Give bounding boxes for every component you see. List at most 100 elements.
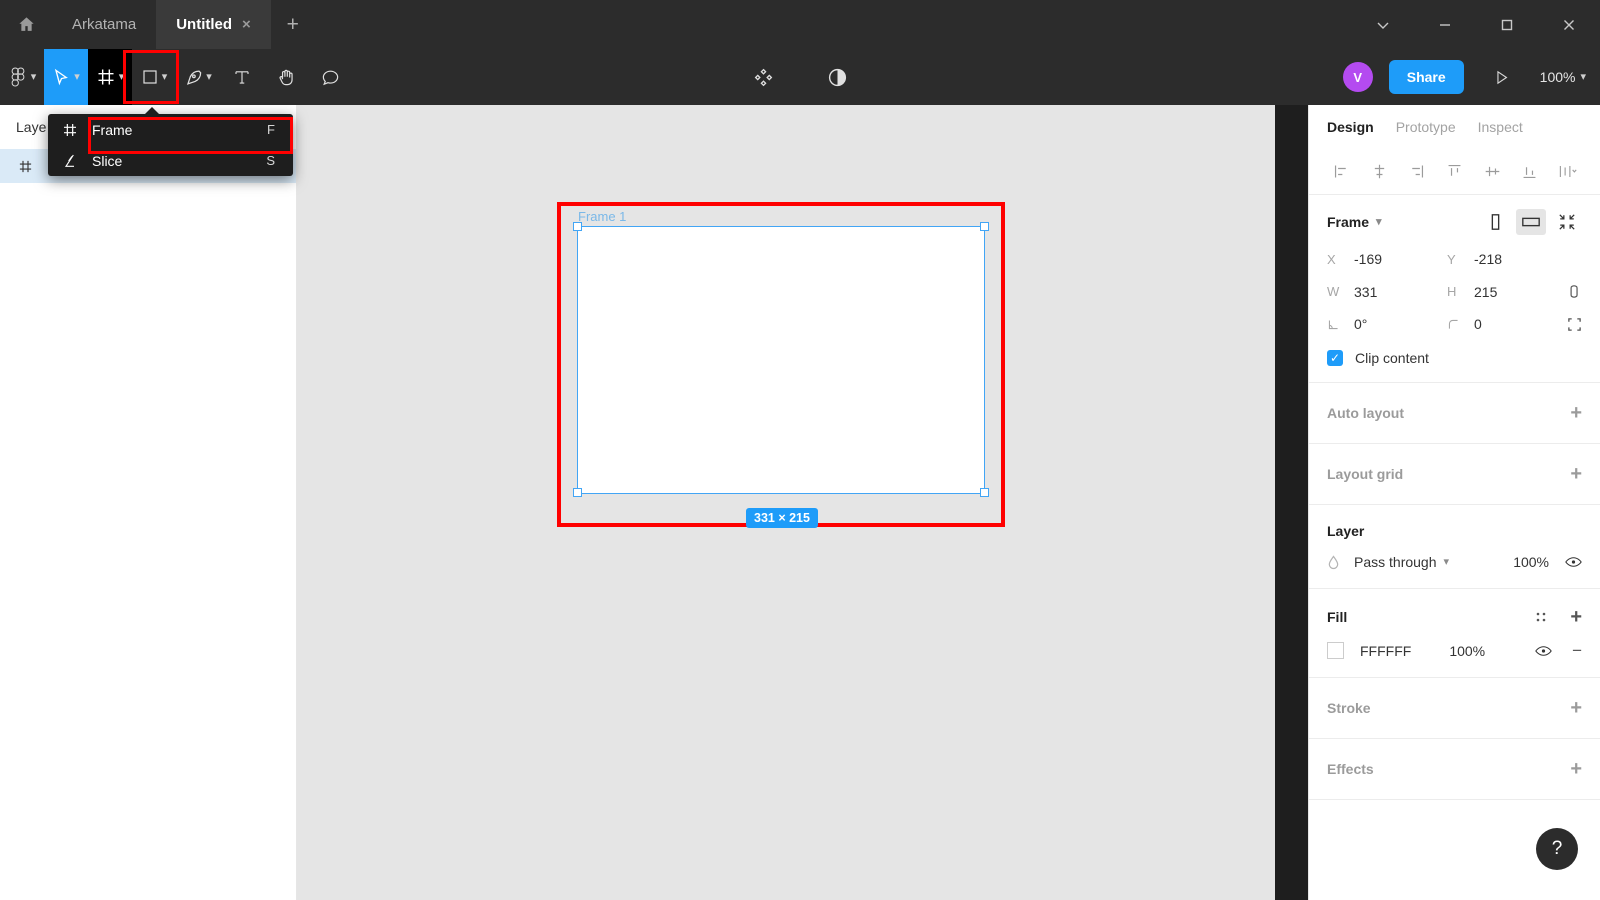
minimize-icon[interactable]: [1414, 0, 1476, 49]
canvas[interactable]: Frame 1 331 × 215: [297, 105, 1275, 900]
h-value: 215: [1474, 283, 1498, 300]
move-tool-button[interactable]: ▾: [44, 49, 88, 105]
fill-color-hex[interactable]: FFFFFF: [1360, 643, 1411, 659]
landscape-icon[interactable]: [1516, 209, 1546, 235]
distribute-more-icon[interactable]: [1548, 157, 1586, 187]
height-field[interactable]: H 215: [1447, 284, 1567, 300]
present-button[interactable]: [1480, 49, 1524, 105]
add-stroke-button[interactable]: +: [1570, 698, 1582, 718]
frame-section-title: Frame: [1327, 214, 1370, 230]
chevron-down-icon[interactable]: ▾: [119, 71, 125, 83]
tab-label: Untitled: [176, 16, 233, 33]
add-layout-grid-button[interactable]: +: [1570, 464, 1582, 484]
fill-color-swatch[interactable]: [1327, 642, 1344, 659]
figma-menu-button[interactable]: ▾: [0, 49, 44, 105]
styles-icon[interactable]: [1534, 610, 1548, 624]
blend-mode-row: Pass through ▾ 100%: [1327, 554, 1582, 570]
layer-section: Layer Pass through ▾ 100%: [1309, 505, 1600, 589]
chevron-down-icon[interactable]: ▾: [206, 71, 212, 83]
size-row: W 331 H 215: [1327, 283, 1582, 300]
frame-properties-section: Frame ▾ X -169 Y -218 W 331 H 215 0° 0 ✓…: [1309, 195, 1600, 383]
clip-content-label: Clip content: [1355, 350, 1429, 366]
blend-mode-value[interactable]: Pass through: [1354, 554, 1437, 570]
w-label: W: [1327, 284, 1340, 299]
tab-untitled[interactable]: Untitled ×: [156, 0, 271, 49]
menu-item-shortcut: S: [266, 153, 275, 168]
resize-handle-bottom-right[interactable]: [980, 488, 989, 497]
dimension-badge: 331 × 215: [746, 508, 818, 528]
resize-handle-bottom-left[interactable]: [573, 488, 582, 497]
menu-item-frame[interactable]: Frame F: [48, 114, 293, 145]
left-panel: Laye: [0, 105, 297, 900]
toolbar-right-group: V Share 100% ▾: [1342, 49, 1586, 105]
tab-layers[interactable]: Laye: [16, 119, 46, 135]
resize-handle-top-right[interactable]: [980, 222, 989, 231]
frame-1-object[interactable]: [577, 226, 985, 494]
rotation-field[interactable]: 0°: [1327, 316, 1447, 332]
hand-tool-button[interactable]: [264, 49, 308, 105]
eye-icon[interactable]: [1535, 644, 1552, 658]
layout-grid-label: Layout grid: [1327, 466, 1404, 482]
home-button[interactable]: [0, 0, 52, 49]
pen-tool-button[interactable]: ▾: [176, 49, 220, 105]
zoom-control[interactable]: 100% ▾: [1540, 69, 1586, 85]
zoom-level-label: 100%: [1539, 69, 1576, 85]
add-effect-button[interactable]: +: [1570, 759, 1582, 779]
text-tool-button[interactable]: [220, 49, 264, 105]
new-tab-button[interactable]: +: [270, 0, 315, 49]
contrast-button[interactable]: [815, 49, 859, 105]
share-button[interactable]: Share: [1388, 60, 1464, 94]
close-tab-icon[interactable]: ×: [242, 16, 251, 33]
add-fill-button[interactable]: +: [1570, 607, 1582, 627]
independent-corners-icon[interactable]: [1567, 317, 1582, 332]
y-field[interactable]: Y -218: [1447, 251, 1567, 267]
fill-opacity-value[interactable]: 100%: [1449, 643, 1485, 659]
align-vertical-center-icon[interactable]: [1473, 157, 1511, 187]
align-horizontal-center-icon[interactable]: [1361, 157, 1399, 187]
fill-header-actions: +: [1534, 607, 1582, 627]
corner-radius-field[interactable]: 0: [1447, 316, 1567, 332]
help-button[interactable]: ?: [1536, 828, 1578, 870]
lock-aspect-ratio-icon[interactable]: [1567, 283, 1582, 300]
clip-content-checkbox[interactable]: ✓: [1327, 350, 1343, 366]
align-top-icon[interactable]: [1436, 157, 1474, 187]
x-field[interactable]: X -169: [1327, 251, 1447, 267]
resize-handle-top-left[interactable]: [573, 222, 582, 231]
h-label: H: [1447, 284, 1457, 299]
portrait-icon[interactable]: [1480, 209, 1510, 235]
align-bottom-icon[interactable]: [1511, 157, 1549, 187]
fill-section: Fill + FFFFFF 100% −: [1309, 589, 1600, 678]
width-field[interactable]: W 331: [1327, 284, 1447, 300]
avatar[interactable]: V: [1342, 62, 1373, 92]
align-left-icon[interactable]: [1323, 157, 1361, 187]
layer-opacity-value[interactable]: 100%: [1513, 554, 1549, 570]
menu-item-shortcut: F: [267, 122, 275, 137]
close-icon[interactable]: [1538, 0, 1600, 49]
chevron-down-icon[interactable]: ▾: [162, 71, 168, 83]
resize-to-fit-icon[interactable]: [1552, 209, 1582, 235]
tab-arkatama[interactable]: Arkatama: [52, 0, 157, 49]
tab-prototype[interactable]: Prototype: [1396, 119, 1456, 135]
frame-type-selector[interactable]: Frame ▾: [1327, 214, 1382, 230]
tab-inspect[interactable]: Inspect: [1478, 119, 1523, 135]
maximize-icon[interactable]: [1476, 0, 1538, 49]
chevron-down-icon[interactable]: [1352, 0, 1414, 49]
tab-design[interactable]: Design: [1327, 119, 1374, 135]
remove-fill-button[interactable]: −: [1572, 642, 1582, 659]
fill-section-title: Fill: [1327, 609, 1348, 625]
eye-icon[interactable]: [1565, 555, 1582, 569]
add-auto-layout-button[interactable]: +: [1570, 403, 1582, 423]
effects-section: Effects +: [1309, 739, 1600, 800]
orientation-group: [1480, 209, 1582, 235]
frame-tool-button[interactable]: ▾: [88, 49, 132, 105]
frame-name-label[interactable]: Frame 1: [578, 209, 626, 224]
shape-tool-button[interactable]: ▾: [132, 49, 176, 105]
chevron-down-icon[interactable]: ▾: [1444, 556, 1450, 568]
x-label: X: [1327, 251, 1336, 267]
align-right-icon[interactable]: [1398, 157, 1436, 187]
components-button[interactable]: [741, 49, 785, 105]
menu-item-slice[interactable]: Slice S: [48, 145, 293, 176]
clip-content-row[interactable]: ✓ Clip content: [1327, 350, 1582, 366]
comment-tool-button[interactable]: [308, 49, 352, 105]
tab-label: Arkatama: [72, 16, 137, 33]
